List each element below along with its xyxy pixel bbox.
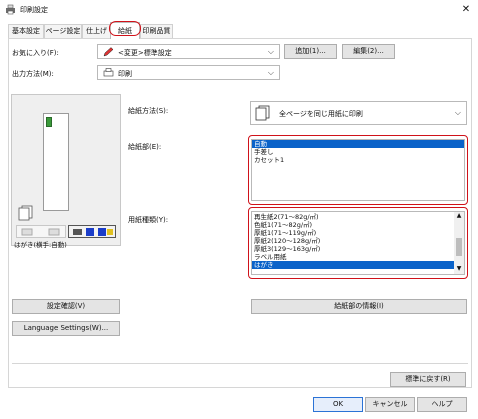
close-icon: ✕: [461, 4, 471, 15]
tab-highlight-ring: [109, 21, 141, 36]
tab-page-settings[interactable]: ページ設定: [44, 24, 82, 38]
cancel-button[interactable]: キャンセル: [365, 397, 415, 412]
chevron-down-icon: ⌵: [267, 68, 274, 77]
ok-button[interactable]: OK: [313, 397, 363, 412]
help-button[interactable]: ヘルプ: [417, 397, 467, 412]
chevron-down-icon: ⌵: [454, 108, 461, 117]
feed-method-select[interactable]: 全ページを同じ用紙に印刷 ⌵: [250, 101, 467, 125]
paper-source-highlight: [248, 135, 468, 205]
printer-icon: [6, 4, 15, 15]
printer-icon: [103, 68, 114, 77]
tab-basic-settings[interactable]: 基本設定: [8, 24, 44, 38]
window-title: 印刷設定: [20, 6, 48, 14]
add-favorite-button[interactable]: 追加(1)...: [284, 44, 337, 59]
title-bar: 印刷設定 ✕: [0, 0, 478, 20]
favorites-value: <変更>標準設定: [118, 49, 172, 57]
restore-defaults-button[interactable]: 標準に戻す(R): [390, 372, 466, 387]
pencil-icon: [103, 47, 114, 57]
tab-finishing[interactable]: 仕上げ: [82, 24, 111, 38]
favorites-label: お気に入り(F):: [12, 49, 59, 57]
close-button[interactable]: ✕: [454, 0, 478, 20]
output-method-select[interactable]: 印刷 ⌵: [97, 65, 280, 80]
preview-thumbnail: [46, 117, 52, 127]
preview-page: [43, 113, 69, 211]
confirm-settings-button[interactable]: 設定確認(V): [12, 299, 120, 314]
preview-caption: はがき(横手:自動): [14, 241, 67, 249]
source-buttons-disabled: [16, 225, 66, 238]
paper-source-info-button[interactable]: 給紙部の情報(I): [251, 299, 467, 314]
feed-method-value: 全ページを同じ用紙に印刷: [279, 110, 363, 118]
tab-print-quality[interactable]: 印刷品質: [140, 24, 173, 38]
paper-type-highlight: [248, 207, 468, 279]
paper-type-label: 用紙種類(Y):: [128, 216, 169, 224]
favorites-select[interactable]: <変更>標準設定 ⌵: [97, 44, 280, 59]
separator: [12, 363, 468, 364]
paper-stack-icon: [18, 205, 33, 221]
output-method-label: 出力方法(M):: [12, 70, 54, 78]
paper-copies-icon: [255, 105, 270, 121]
paper-source-label: 給紙部(E):: [128, 143, 162, 151]
output-method-value: 印刷: [118, 70, 132, 78]
language-settings-button[interactable]: Language Settings(W)...: [12, 321, 120, 336]
tray-icon: [21, 228, 60, 236]
cassette-icon: [73, 228, 113, 236]
edit-favorite-button[interactable]: 編集(2)...: [342, 44, 395, 59]
source-buttons-active[interactable]: [68, 225, 116, 238]
chevron-down-icon: ⌵: [267, 47, 274, 56]
feed-method-label: 給紙方法(S):: [128, 107, 169, 115]
